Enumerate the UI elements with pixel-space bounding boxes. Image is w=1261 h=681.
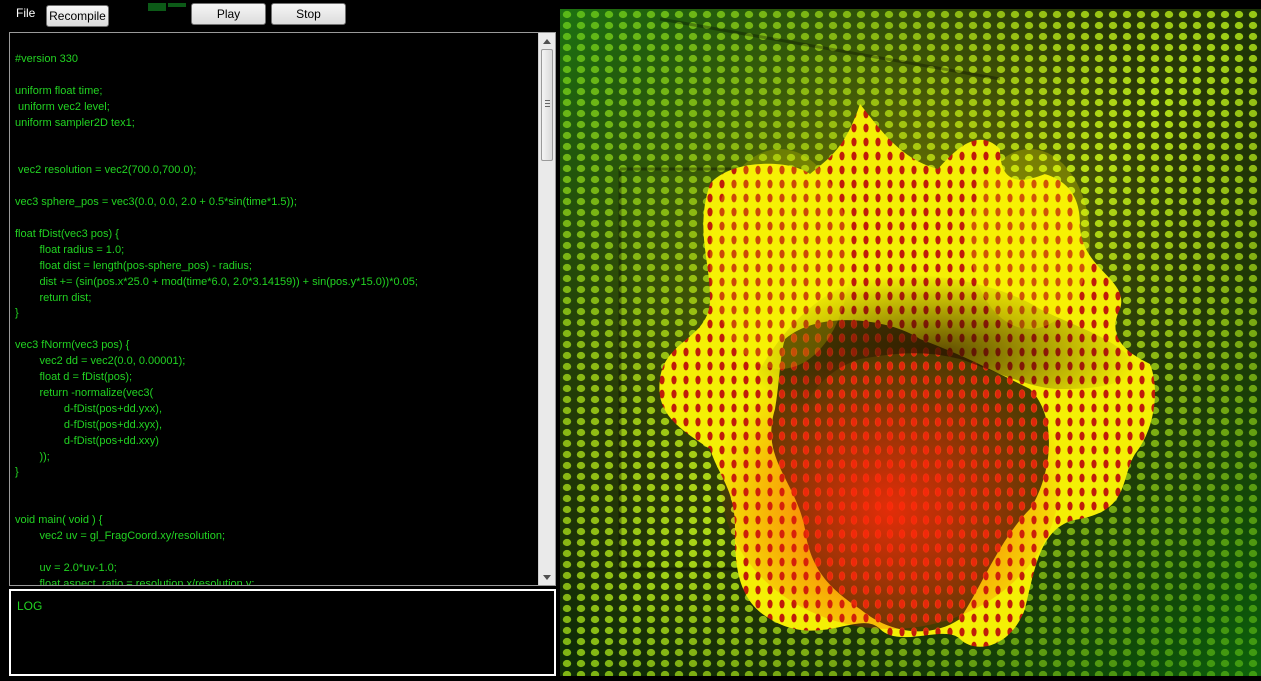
code-line: vec2 uv = gl_FragCoord.xy/resolution; bbox=[15, 530, 226, 542]
code-line: vec3 sphere_pos = vec3(0.0, 0.0, 2.0 + 0… bbox=[15, 196, 297, 209]
rendered-shader-image bbox=[560, 9, 1261, 676]
code-line: uv = 2.0*uv-1.0; bbox=[15, 561, 117, 574]
shader-render-viewport[interactable] bbox=[560, 9, 1261, 676]
code-line: uniform float time; bbox=[15, 84, 103, 97]
code-line: float fDist(vec3 pos) { bbox=[15, 227, 119, 240]
code-line: d-fDist(pos+dd.xxy) bbox=[15, 434, 159, 447]
code-line: float radius = 1.0; bbox=[15, 243, 125, 256]
code-line: d-fDist(pos+dd.yxx), bbox=[15, 402, 163, 415]
code-line: #version 330 bbox=[15, 53, 78, 65]
code-line: )); bbox=[15, 450, 50, 463]
code-line: float aspect_ratio = resolution.x/resolu… bbox=[15, 577, 255, 585]
file-menu[interactable]: File bbox=[16, 6, 35, 20]
code-line: } bbox=[15, 307, 19, 320]
code-line: float d = fDist(pos); bbox=[15, 371, 133, 383]
audio-level-meter bbox=[148, 3, 188, 12]
code-line: return dist; bbox=[15, 291, 92, 304]
log-label: LOG bbox=[17, 599, 43, 613]
code-text-area[interactable]: #version 330 uniform float time; uniform … bbox=[10, 33, 538, 585]
grip-icon bbox=[545, 100, 550, 109]
triangle-up-icon[interactable] bbox=[539, 33, 555, 49]
scrollbar-thumb[interactable] bbox=[541, 49, 553, 161]
code-line: vec2 resolution = vec2(700.0,700.0); bbox=[15, 164, 197, 177]
shader-code-editor[interactable]: #version 330 uniform float time; uniform … bbox=[9, 32, 556, 586]
level-bar-left bbox=[148, 3, 166, 11]
code-line: vec3 fNorm(vec3 pos) { bbox=[15, 339, 130, 352]
code-line: uniform vec2 level; bbox=[15, 100, 110, 113]
vertical-scrollbar[interactable] bbox=[538, 33, 555, 585]
code-line: float dist = length(pos-sphere_pos) - ra… bbox=[15, 259, 252, 272]
log-panel[interactable]: LOG bbox=[9, 589, 556, 676]
triangle-down-icon[interactable] bbox=[539, 569, 555, 585]
code-line: return -normalize(vec3( bbox=[15, 386, 154, 399]
code-line: } bbox=[15, 466, 19, 479]
code-line: vec2 dd = vec2(0.0, 0.00001); bbox=[15, 355, 186, 368]
code-line: uniform sampler2D tex1; bbox=[15, 116, 135, 129]
play-button[interactable]: Play bbox=[191, 3, 266, 25]
toolbar: File Recompile Play Stop bbox=[0, 0, 560, 30]
stop-button[interactable]: Stop bbox=[271, 3, 346, 25]
recompile-button[interactable]: Recompile bbox=[46, 5, 109, 27]
code-line: void main( void ) { bbox=[15, 514, 103, 527]
code-line: d-fDist(pos+dd.xyx), bbox=[15, 418, 163, 431]
code-line: dist += (sin(pos.x*25.0 + mod(time*6.0, … bbox=[15, 275, 418, 288]
level-bar-right bbox=[168, 3, 186, 7]
